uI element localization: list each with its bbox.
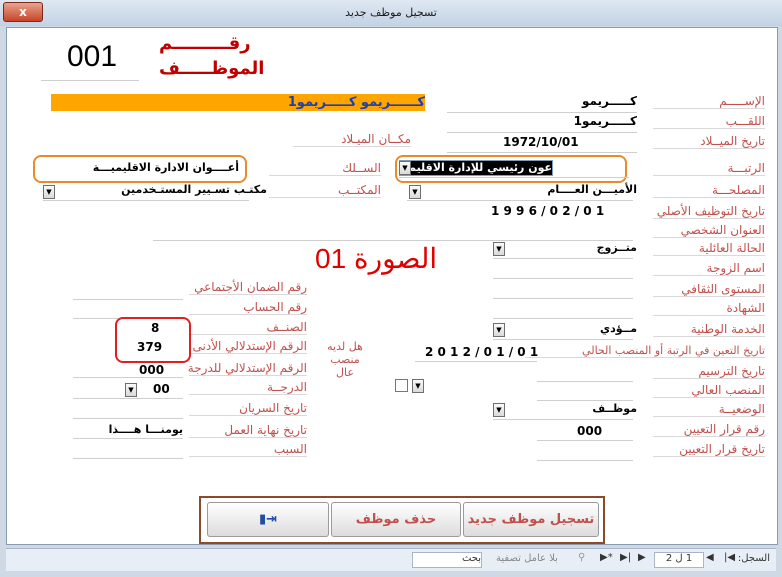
label-surname: اللقـــب	[653, 114, 765, 129]
label-appointment-decision-date: تاريخ قرار التعيين	[653, 442, 765, 457]
title-bar: x تسجيل موظف جديد	[0, 0, 782, 26]
label-personal-address: العنوان الشخصي	[653, 223, 765, 238]
label-corps: الســلك	[269, 161, 381, 176]
employee-number-label-1: رقـــــــــم	[159, 33, 251, 54]
prev-record-button[interactable]: ◀	[706, 552, 714, 563]
value-corps[interactable]: أعــــوان الادارة الاقليميـــة	[93, 161, 239, 174]
label-service: المصلحـــة	[653, 183, 765, 198]
photo-placeholder: الصورة 01	[315, 243, 438, 274]
has-senior-post-label: هل لديه منصب عال	[327, 340, 363, 379]
last-record-button[interactable]: ▶|	[620, 552, 631, 563]
label-account-no: رقم الحساب	[189, 300, 307, 315]
exit-button[interactable]: ⇥▮	[207, 502, 329, 537]
label-birth-date: تاريخ الميــلاد	[653, 134, 765, 149]
value-original-hire-date[interactable]: 1 9 9 6 / 0 2 / 0 1	[491, 204, 604, 218]
label-original-hire-date: تاريخ التوظيف الأصلي	[653, 204, 765, 219]
label-rank: الرتبـــة	[653, 161, 765, 176]
label-category: الصنــف	[189, 320, 307, 335]
national-service-dropdown-button[interactable]: ▼	[493, 323, 505, 337]
label-office: المكتــب	[269, 183, 381, 198]
label-status: الوضعيــة	[653, 402, 765, 417]
value-appointment-decision-no[interactable]: 000	[577, 424, 602, 438]
chevron-down-icon: ▼	[402, 164, 408, 172]
marital-status-dropdown-button[interactable]: ▼	[493, 242, 505, 256]
employee-form: 001 رقـــــــــم الموظـــــف الإســـــم …	[6, 27, 778, 545]
chevron-down-icon: ▼	[128, 386, 134, 394]
value-end-of-work-date[interactable]: يومنـــا هــــذا	[109, 423, 183, 436]
service-dropdown-button[interactable]: ▼	[409, 185, 421, 199]
chevron-down-icon: ▼	[412, 188, 418, 196]
value-service[interactable]: الأميـــن العــــام	[547, 183, 637, 196]
grade-dropdown-button[interactable]: ▼	[125, 383, 137, 397]
label-social-security-no: رقم الضمان الأجتماعي	[189, 280, 307, 295]
chevron-down-icon: ▼	[496, 406, 502, 414]
label-min-index: الرقم الإستدلالي الأدنى	[189, 339, 307, 354]
label-appointment-decision-no: رقم قرار التعيين	[653, 422, 765, 437]
register-employee-button[interactable]: تسجيل موظف جديد	[463, 502, 599, 537]
new-record-button[interactable]: ▶*	[600, 552, 613, 563]
has-senior-post-checkbox[interactable]	[395, 379, 408, 392]
label-national-service: الخدمة الوطنية	[653, 322, 765, 337]
search-placeholder: بحث	[461, 553, 481, 564]
first-record-button[interactable]: |◀	[724, 552, 735, 563]
label-marital-status: الحالة العائلية	[653, 241, 765, 256]
label-birth-place: مكــان الميـلاد	[293, 132, 411, 147]
record-position-text: 1 ل 2	[665, 553, 693, 564]
value-status[interactable]: موظــف	[592, 402, 637, 415]
filter-icon: ⚲	[578, 552, 586, 563]
value-grade-index[interactable]: 000	[139, 363, 164, 377]
label-tenure-date: تاريخ الترسيم	[653, 364, 765, 379]
label-senior-post: المنصب العالي	[653, 383, 765, 398]
value-min-index[interactable]: 379	[137, 340, 162, 354]
chevron-down-icon: ▼	[415, 382, 421, 390]
rank-dropdown-button[interactable]: ▼	[399, 161, 411, 175]
record-label: السجل:	[737, 553, 770, 564]
label-name: الإســـــم	[653, 94, 765, 109]
office-dropdown-button[interactable]: ▼	[43, 185, 55, 199]
record-navigation-bar: السجل: |◀ ◀ 1 ل 2 ▶ ▶| ▶* ⚲ بلا عامل تصف…	[6, 548, 776, 571]
label-spouse-name: اسم الزوجة	[653, 261, 765, 276]
fullname-banner-text: كــــــريمو كـــــريمو1	[287, 95, 425, 110]
rank-select[interactable]: عون رئيسي للإدارة الاقليمية	[399, 160, 553, 176]
chevron-down-icon: ▼	[46, 188, 52, 196]
chevron-down-icon: ▼	[496, 326, 502, 334]
rank-select-value: عون رئيسي للإدارة الاقليمية	[399, 161, 552, 174]
label-reason: السبب	[189, 442, 307, 457]
label-education-level: المستوى الثقافي	[653, 282, 765, 297]
status-dropdown-button[interactable]: ▼	[493, 403, 505, 417]
next-record-button[interactable]: ▶	[638, 552, 646, 563]
value-surname[interactable]: كـــــريمو1	[574, 114, 637, 128]
value-name[interactable]: كـــــريمو	[582, 94, 637, 108]
value-office[interactable]: مكتـب تسـيير المستـخدمين	[121, 183, 267, 196]
label-effective-date: تاريخ السريان	[189, 401, 307, 416]
record-position[interactable]: 1 ل 2	[654, 552, 704, 568]
label-grade-index: الرقم الإستدلالي للدرجة	[187, 361, 307, 376]
label-end-of-work-date: تاريخ نهاية العمل	[189, 423, 307, 438]
value-category[interactable]: 8	[151, 321, 159, 335]
label-grade: الدرجــة	[189, 380, 307, 395]
label-appointment-date: تاريخ التعين في الرتبة أو المنصب الحالي	[525, 344, 765, 358]
value-grade[interactable]: 00	[153, 382, 170, 396]
search-box[interactable]: بحث	[412, 552, 482, 568]
no-filter-label[interactable]: بلا عامل تصفية	[496, 553, 558, 564]
employee-number: 001	[67, 40, 118, 73]
application-window: x تسجيل موظف جديد 001 رقـــــــــم الموظ…	[0, 0, 782, 577]
delete-employee-button[interactable]: حذف موظف	[331, 502, 461, 537]
label-diploma: الشهادة	[653, 301, 765, 316]
window-title: تسجيل موظف جديد	[345, 6, 437, 19]
value-birth-date[interactable]: 1972/10/01	[503, 135, 579, 149]
employee-number-label-2: الموظـــــف	[159, 58, 265, 79]
door-exit-icon: ⇥▮	[258, 512, 278, 527]
chevron-down-icon: ▼	[496, 245, 502, 253]
value-national-service[interactable]: مــؤدي	[600, 322, 637, 335]
value-marital-status[interactable]: متــزوج	[597, 241, 637, 254]
senior-post-dropdown-button[interactable]: ▼	[412, 379, 424, 393]
value-appointment-date[interactable]: 2 0 1 2 / 0 1 / 0 1	[425, 345, 538, 359]
